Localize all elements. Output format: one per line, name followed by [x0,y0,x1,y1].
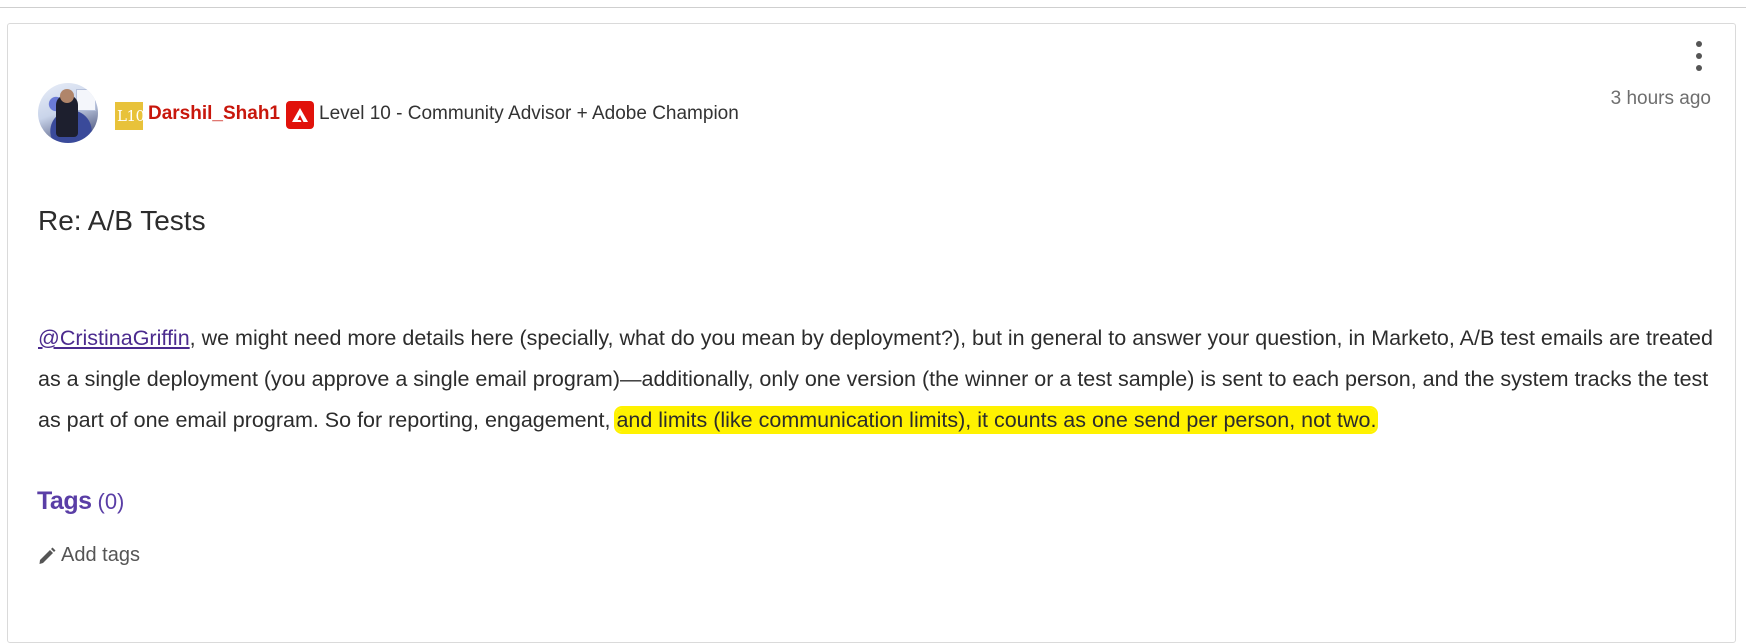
post-subject: Re: A/B Tests [38,205,206,236]
tags-title[interactable]: Tags [37,487,92,516]
add-tags-label: Add tags [61,544,140,566]
pencil-icon [37,546,57,566]
avatar[interactable] [38,83,98,143]
post-card: L10 Darshil_Shah1 Level 10 - Community A… [7,23,1736,643]
author-username[interactable]: Darshil_Shah1 [148,103,280,125]
adobe-logo-icon [286,101,314,129]
author-row: L10 Darshil_Shah1 Level 10 - Community A… [38,83,739,143]
tags-header: Tags (0) [37,487,124,516]
post-body: @CristinaGriffin, we might need more det… [38,318,1718,441]
highlighted-text: and limits (like communication limits), … [616,408,1377,432]
add-tags-button[interactable]: Add tags [37,544,140,567]
more-options-menu-icon[interactable] [1689,41,1709,71]
rank-badge: L10 [115,102,143,130]
user-mention-link[interactable]: @CristinaGriffin [38,326,190,350]
post-timestamp: 3 hours ago [1610,88,1711,109]
author-rank-title: Level 10 - Community Advisor + Adobe Cha… [319,103,739,124]
tags-count: (0) [97,489,125,514]
top-divider [0,0,1746,8]
